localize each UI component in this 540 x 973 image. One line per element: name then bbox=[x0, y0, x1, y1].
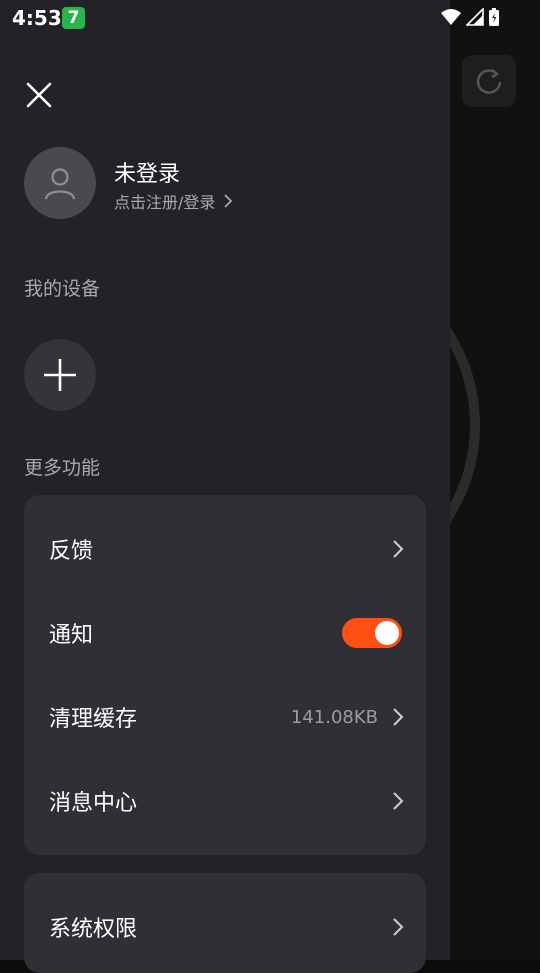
avatar[interactable] bbox=[24, 147, 96, 219]
refresh-button[interactable] bbox=[462, 55, 516, 107]
refresh-icon bbox=[476, 69, 502, 94]
close-button[interactable] bbox=[24, 80, 54, 110]
message-center-row[interactable]: 消息中心 bbox=[24, 759, 426, 843]
system-card: 系统权限 bbox=[24, 873, 426, 973]
login-prompt: 点击注册/登录 bbox=[114, 193, 216, 212]
cache-size: 141.08KB bbox=[290, 706, 378, 728]
row-label: 反馈 bbox=[49, 539, 94, 564]
battery-icon bbox=[489, 8, 499, 26]
add-device-button[interactable] bbox=[24, 339, 96, 411]
more-section-title: 更多功能 bbox=[24, 457, 101, 479]
status-time: 4:53 bbox=[12, 6, 62, 30]
features-card: 反馈 通知 清理缓存 141.08KB 消息中心 bbox=[24, 495, 426, 855]
system-permissions-row[interactable]: 系统权限 bbox=[24, 885, 426, 969]
app-notification-icon: 7 bbox=[62, 7, 85, 29]
clear-cache-row[interactable]: 清理缓存 141.08KB bbox=[24, 675, 426, 759]
user-name[interactable]: 未登录 bbox=[114, 156, 180, 188]
row-label: 清理缓存 bbox=[49, 707, 138, 732]
notification-row: 通知 bbox=[24, 591, 426, 675]
wifi-icon bbox=[441, 9, 461, 25]
chevron-right-icon bbox=[393, 540, 404, 558]
row-label: 系统权限 bbox=[49, 917, 138, 942]
row-label: 消息中心 bbox=[49, 791, 138, 816]
devices-section-title: 我的设备 bbox=[24, 278, 101, 300]
plus-icon bbox=[44, 359, 76, 391]
close-icon bbox=[26, 82, 52, 108]
chevron-right-icon bbox=[393, 708, 404, 726]
status-bar: 4:53 7 bbox=[0, 0, 540, 36]
chevron-right-icon bbox=[393, 918, 404, 936]
toggle-knob bbox=[375, 621, 399, 645]
signal-icon bbox=[466, 8, 484, 26]
status-icons bbox=[440, 7, 500, 27]
notification-toggle[interactable] bbox=[342, 618, 402, 648]
side-drawer: 未登录 点击注册/登录 我的设备 更多功能 反馈 通知 清理缓存 141.08K… bbox=[0, 0, 450, 973]
feedback-row[interactable]: 反馈 bbox=[24, 507, 426, 591]
user-icon bbox=[44, 168, 76, 200]
login-link[interactable]: 点击注册/登录 bbox=[114, 189, 233, 213]
row-label: 通知 bbox=[49, 623, 94, 648]
chevron-right-icon bbox=[393, 792, 404, 810]
chevron-right-icon bbox=[224, 194, 233, 208]
